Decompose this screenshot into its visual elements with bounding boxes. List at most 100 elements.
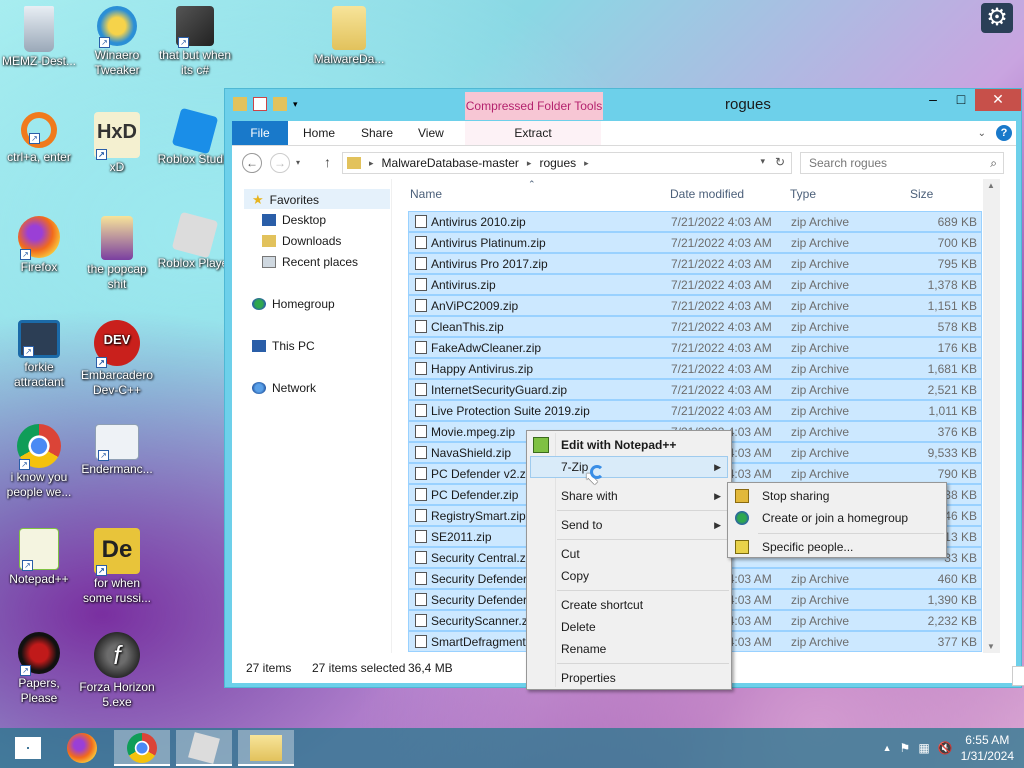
busy-spinner-icon [590, 465, 604, 479]
desktop-icon-forkie[interactable]: ↗ forkie attractant [0, 320, 78, 390]
breadcrumb-separator-icon[interactable]: ▸ [584, 158, 589, 169]
table-row[interactable]: Live Protection Suite 2019.zip 7/21/2022 … [408, 400, 982, 421]
table-row[interactable]: Happy Antivirus.zip 7/21/2022 4:03 AM zip … [408, 358, 982, 379]
desktop-icon-endermanch[interactable]: ↗ Endermanc... [78, 424, 156, 477]
desktop-icon-firefox[interactable]: ↗ Firefox [0, 216, 78, 275]
desktop-icon-malwaredb[interactable]: MalwareDa... [310, 6, 388, 67]
properties-icon[interactable] [253, 97, 267, 111]
column-header-date[interactable]: Date modified [670, 187, 744, 201]
menu-item-stop-sharing[interactable]: Stop sharing [762, 489, 829, 503]
scroll-down-icon[interactable]: ▼ [987, 642, 995, 651]
column-header-size[interactable]: Size [910, 187, 933, 201]
desktop-icon-papers[interactable]: ↗ Papers, Please [0, 632, 78, 706]
desktop-icon-roblox-studio[interactable]: Roblox Studio [156, 107, 234, 167]
desktop-icon-roblox[interactable]: Roblox Player [156, 211, 234, 271]
menu-item-edit-notepadpp[interactable]: Edit with Notepad++ [561, 438, 676, 452]
nav-recent-places[interactable]: Recent places [262, 255, 358, 269]
volume-muted-icon[interactable]: 🔇 [938, 741, 953, 755]
tab-home[interactable]: Home [303, 121, 335, 145]
forward-button[interactable]: → [270, 153, 290, 173]
search-icon[interactable]: ⌕ [990, 156, 997, 171]
table-row[interactable]: Antivirus Pro 2017.zip 7/21/2022 4:03 AM z… [408, 253, 982, 274]
taskbar-chrome[interactable] [114, 730, 170, 766]
menu-item-properties[interactable]: Properties [561, 671, 616, 685]
show-hidden-icons-icon[interactable]: ▲ [883, 743, 892, 753]
menu-item-delete[interactable]: Delete [561, 620, 596, 634]
table-row[interactable]: AnViPC2009.zip 7/21/2022 4:03 AM zip Archi… [408, 295, 982, 316]
file-size: 13 KB [944, 530, 977, 544]
desktop-icon-notepadpp[interactable]: ↗ Notepad++ [0, 528, 78, 587]
start-button[interactable] [0, 730, 56, 766]
table-row[interactable]: CleanThis.zip 7/21/2022 4:03 AM zip Archiv… [408, 316, 982, 337]
desktop-icon-forza[interactable]: f Forza Horizon 5.exe [78, 632, 156, 710]
table-row[interactable]: InternetSecurityGuard.zip 7/21/2022 4:03 … [408, 379, 982, 400]
table-row[interactable]: Antivirus 2010.zip 7/21/2022 4:03 AM zip A… [408, 211, 982, 232]
menu-item-specific-people[interactable]: Specific people... [762, 540, 853, 554]
back-button[interactable]: ← [242, 153, 262, 173]
breadcrumb-malwaredatabase[interactable]: MalwareDatabase-master [382, 156, 519, 170]
desktop-icon-ctrla[interactable]: ↗ ctrl+a, enter [0, 112, 78, 165]
tab-extract[interactable]: Extract [465, 121, 601, 145]
large-icons-view-button[interactable] [1012, 666, 1024, 686]
up-button[interactable]: ↑ [324, 154, 331, 170]
taskbar-firefox[interactable] [54, 730, 110, 766]
new-folder-icon[interactable] [273, 97, 287, 111]
chevron-down-icon[interactable]: ▾ [760, 156, 765, 167]
gear-icon[interactable]: ⚙ [981, 3, 1013, 33]
menu-item-cut[interactable]: Cut [561, 547, 580, 561]
menu-item-create-shortcut[interactable]: Create shortcut [561, 598, 643, 612]
scroll-up-icon[interactable]: ▲ [987, 181, 995, 190]
column-header-type[interactable]: Type [790, 187, 816, 201]
action-center-flag-icon[interactable]: ⚑ [900, 741, 911, 755]
breadcrumb-rogues[interactable]: rogues [539, 156, 576, 170]
zip-file-icon [415, 215, 427, 228]
refresh-icon[interactable]: ↻ [775, 155, 785, 169]
menu-item-send-to[interactable]: Send to [561, 518, 602, 532]
tab-share[interactable]: Share [361, 121, 393, 145]
tab-view[interactable]: View [418, 121, 444, 145]
maximize-button[interactable]: □ [947, 89, 975, 111]
title-bar[interactable]: ▾ Compressed Folder Tools rogues – □ ✕ [225, 89, 1021, 121]
desktop-icon-memz[interactable]: MEMZ-Dest... [0, 6, 78, 69]
desktop-icon-hxd[interactable]: HxD ↗ xD [78, 112, 156, 175]
help-icon[interactable]: ? [996, 125, 1012, 141]
breadcrumb-separator-icon[interactable]: ▸ [527, 158, 532, 169]
desktop-icon-label: Roblox Studio [157, 152, 233, 166]
close-button[interactable]: ✕ [975, 89, 1021, 111]
column-header-name[interactable]: Name [410, 187, 442, 201]
folder-icon[interactable] [233, 97, 247, 111]
nav-downloads[interactable]: Downloads [262, 234, 341, 248]
navigation-bar: ← → ▾ ↑ ▸ MalwareDatabase-master ▸ rogue… [232, 145, 1016, 179]
table-row[interactable]: Antivirus.zip 7/21/2022 4:03 AM zip Archiv… [408, 274, 982, 295]
nav-favorites[interactable]: ★ Favorites [252, 192, 319, 208]
network-icon[interactable]: ▦ [918, 741, 929, 755]
expand-ribbon-icon[interactable]: ⌄ [978, 128, 986, 139]
nav-desktop[interactable]: Desktop [262, 213, 326, 227]
menu-item-copy[interactable]: Copy [561, 569, 589, 583]
table-row[interactable]: Antivirus Platinum.zip 7/21/2022 4:03 AM z… [408, 232, 982, 253]
recent-locations-icon[interactable]: ▾ [296, 158, 300, 167]
vertical-scrollbar[interactable]: ▲ ▼ [983, 179, 1000, 653]
address-bar[interactable]: ▸ MalwareDatabase-master ▸ rogues ▸ ▾ ↻ [342, 152, 792, 174]
tab-file[interactable]: File [232, 121, 288, 145]
table-row[interactable]: FakeAdwCleaner.zip 7/21/2022 4:03 AM zip A… [408, 337, 982, 358]
taskbar-roblox[interactable] [176, 730, 232, 766]
desktop-icon-chrome[interactable]: ↗ i know you people we... [0, 424, 78, 500]
desktop-icon-csharp[interactable]: ↗ that but when its c# [156, 6, 234, 78]
desktop-icon-devcpp[interactable]: DEV ↗ Embarcadero Dev-C++ [78, 320, 156, 398]
minimize-button[interactable]: – [919, 89, 947, 111]
chevron-down-icon[interactable]: ▾ [293, 97, 307, 111]
desktop-icon-dependency[interactable]: De ↗ for when some russi... [78, 528, 156, 606]
search-input[interactable]: Search rogues ⌕ [800, 152, 1004, 174]
breadcrumb-separator-icon[interactable]: ▸ [369, 158, 374, 169]
menu-item-homegroup[interactable]: Create or join a homegroup [762, 511, 908, 525]
desktop-icon-winaero[interactable]: ↗ Winaero Tweaker [78, 6, 156, 78]
taskbar-explorer[interactable] [238, 730, 294, 766]
menu-item-rename[interactable]: Rename [561, 642, 606, 656]
nav-network[interactable]: Network [252, 381, 316, 395]
nav-homegroup[interactable]: Homegroup [252, 297, 335, 311]
clock[interactable]: 6:55 AM 1/31/2024 [961, 732, 1014, 764]
nav-this-pc[interactable]: This PC [252, 339, 315, 353]
desktop-icon-popcap[interactable]: the popcap shit [78, 216, 156, 292]
menu-item-share-with[interactable]: Share with [561, 489, 618, 503]
